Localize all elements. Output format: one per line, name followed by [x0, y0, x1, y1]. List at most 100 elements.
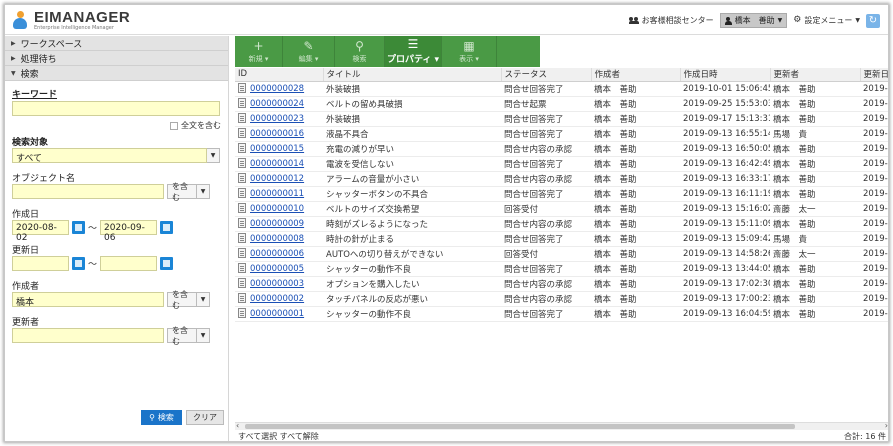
record-id-link[interactable]: 0000000023: [250, 114, 304, 124]
table-row[interactable]: 0000000014 電波を受信しない 問合せ回答完了 橋本 善助 2019-09-13…: [235, 156, 888, 172]
app-logo[interactable]: EIMANAGER Enterprise Intelligence Manage…: [13, 9, 130, 31]
target-dropdown-button[interactable]: ▼: [207, 148, 220, 163]
accordion-workspace[interactable]: ▶ ワークスペース: [5, 36, 228, 51]
record-id-link[interactable]: 0000000016: [250, 129, 304, 139]
id-cell: 0000000011: [235, 186, 323, 202]
column-header[interactable]: ステータス: [501, 68, 592, 82]
toolbar-button-list[interactable]: ☰ プロパティ ▾: [385, 36, 442, 67]
table-cell: 橋本 善助: [591, 186, 680, 202]
updated-to-input[interactable]: [100, 256, 158, 271]
table-row[interactable]: 0000000003 オプションを購入したい 問合せ内容の承認 橋本 善助 2019-0…: [235, 276, 888, 292]
column-header[interactable]: 作成日時: [680, 68, 771, 82]
table-cell: 問合せ回答完了: [501, 261, 591, 277]
table-row[interactable]: 0000000015 充電の減りが早い 問合せ内容の承認 橋本 善助 2019-09-1…: [235, 141, 888, 157]
scroll-right-icon[interactable]: ›: [885, 421, 888, 430]
record-id-link[interactable]: 0000000014: [250, 159, 304, 169]
creator-match-dropdown[interactable]: ▼: [197, 292, 210, 307]
toolbar-button-table[interactable]: ▦ 表示 ▾: [442, 36, 497, 67]
scroll-left-icon[interactable]: ‹: [236, 421, 239, 430]
table-cell: 問合せ内容の承認: [501, 141, 591, 157]
table-row[interactable]: 0000000024 ベルトの留め具破損 問合せ起票 橋本 善助 2019-09-25 …: [235, 96, 888, 112]
settings-menu-button[interactable]: ⚙ 設定メニュー ▼: [793, 15, 860, 26]
table-row[interactable]: 0000000002 タッチパネルの反応が悪い 問合せ内容の承認 橋本 善助 2019-…: [235, 291, 888, 307]
table-row[interactable]: 0000000011 シャッターボタンの不具合 問合せ回答完了 橋本 善助 2019-0…: [235, 186, 888, 202]
created-to-input[interactable]: 2020-09-06: [100, 220, 158, 243]
record-id-link[interactable]: 0000000012: [250, 174, 304, 184]
table-row[interactable]: 0000000012 アラームの音量が小さい 問合せ内容の承認 橋本 善助 2019-0…: [235, 171, 888, 187]
target-select[interactable]: すべて: [12, 148, 207, 164]
table-row[interactable]: 0000000005 シャッターの動作不良 問合せ回答完了 橋本 善助 2019-09-…: [235, 261, 888, 277]
table-row[interactable]: 0000000006 AUTOへの切り替えができない 回答受付 橋本 善助 2019-0…: [235, 246, 888, 262]
document-icon: [238, 263, 246, 273]
record-id-link[interactable]: 0000000006: [250, 249, 304, 259]
deselect-all-link[interactable]: すべて解除: [280, 432, 319, 441]
support-center-link[interactable]: お客様相談センター: [628, 15, 714, 26]
record-id-link[interactable]: 0000000005: [250, 264, 304, 274]
table-cell: 馬場 貴: [770, 231, 860, 247]
object-name-match-dropdown[interactable]: ▼: [197, 184, 210, 199]
document-icon: [238, 113, 246, 123]
table-row[interactable]: 0000000009 時刻がズレるようになった 問合せ内容の承認 橋本 善助 2019-…: [235, 216, 888, 232]
select-all-link[interactable]: すべて選択: [238, 432, 277, 441]
table-row[interactable]: 0000000028 外装破損 問合せ回答完了 橋本 善助 2019-10-01 15:…: [235, 81, 888, 97]
user-icon: [724, 16, 732, 25]
table-cell: 2019-1: [860, 111, 888, 127]
refresh-button[interactable]: ↻: [866, 13, 880, 28]
creator-input[interactable]: 橋本: [12, 292, 164, 308]
table-row[interactable]: 0000000001 シャッターの動作不良 問合せ回答完了 橋本 善助 2019-09-…: [235, 306, 888, 322]
creator-match-select[interactable]: を含む: [167, 290, 197, 310]
accordion-pending[interactable]: ▶ 処理待ち: [5, 51, 228, 66]
horizontal-scrollbar[interactable]: ‹ ›: [235, 421, 888, 430]
toolbar-button-search[interactable]: ⚲ 検索: [335, 36, 385, 67]
calendar-icon[interactable]: [160, 221, 174, 234]
toolbar-button-plus[interactable]: + 新規 ▾: [235, 36, 283, 67]
record-id-link[interactable]: 0000000028: [250, 84, 304, 94]
search-button[interactable]: ⚲ 検索: [141, 410, 182, 425]
table-cell: 2019-09-13 16:33:17: [680, 171, 770, 187]
record-id-link[interactable]: 0000000024: [250, 99, 304, 109]
accordion-search[interactable]: ▼ 検索: [5, 66, 228, 81]
column-header[interactable]: 作成者: [591, 68, 681, 82]
scrollbar-thumb[interactable]: [245, 424, 795, 429]
calendar-icon[interactable]: [72, 221, 85, 234]
user-menu-button[interactable]: 橋本 善助 ▼: [719, 13, 788, 28]
range-separator: ～: [88, 224, 98, 234]
table-cell: 橋本 善助: [591, 141, 680, 157]
record-id-link[interactable]: 0000000009: [250, 219, 304, 229]
record-id-link[interactable]: 0000000015: [250, 144, 304, 154]
column-header[interactable]: 更新者: [770, 68, 861, 82]
record-id-link[interactable]: 0000000010: [250, 204, 304, 214]
record-id-link[interactable]: 0000000008: [250, 234, 304, 244]
settings-menu-label: 設定メニュー: [804, 16, 853, 25]
record-id-link[interactable]: 0000000011: [250, 189, 304, 199]
table-cell: シャッターの動作不良: [323, 261, 501, 277]
table-row[interactable]: 0000000008 時計の針が止まる 問合せ回答完了 橋本 善助 2019-09-13…: [235, 231, 888, 247]
object-name-match-select[interactable]: を含む: [167, 182, 197, 202]
column-header[interactable]: 更新日: [860, 68, 888, 82]
updater-input[interactable]: [12, 328, 164, 343]
clear-button[interactable]: クリア: [186, 410, 224, 425]
table-row[interactable]: 0000000023 外装破損 問合せ回答完了 橋本 善助 2019-09-17 15:…: [235, 111, 888, 127]
table-row[interactable]: 0000000016 液晶不具合 問合せ回答完了 橋本 善助 2019-09-13 16…: [235, 126, 888, 142]
main-toolbar: + 新規 ▾ ✎ 編集 ▾ ⚲ 検索 ☰ プロパティ ▾ ▦ 表示 ▾: [235, 36, 540, 67]
calendar-icon[interactable]: [160, 257, 174, 270]
updater-match-select[interactable]: を含む: [167, 326, 197, 346]
updated-from-input[interactable]: [12, 256, 69, 271]
fulltext-checkbox[interactable]: [170, 121, 178, 130]
created-from-input[interactable]: 2020-08-02: [12, 220, 69, 243]
record-id-link[interactable]: 0000000002: [250, 294, 304, 304]
object-name-input[interactable]: [12, 184, 164, 199]
record-id-link[interactable]: 0000000003: [250, 279, 304, 289]
keyword-input[interactable]: [12, 101, 220, 116]
calendar-icon[interactable]: [72, 257, 85, 270]
updater-match-dropdown[interactable]: ▼: [197, 328, 210, 343]
record-id-link[interactable]: 0000000001: [250, 309, 304, 319]
table-cell: 橋本 善助: [770, 276, 860, 292]
column-header[interactable]: タイトル: [323, 68, 502, 82]
document-icon: [238, 203, 246, 213]
table-cell: 橋本 善助: [591, 306, 680, 322]
toolbar-button-pencil[interactable]: ✎ 編集 ▾: [283, 36, 335, 67]
column-header[interactable]: ID: [235, 68, 324, 82]
table-cell: 外装破損: [323, 111, 501, 127]
table-row[interactable]: 0000000010 ベルトのサイズ交換希望 回答受付 橋本 善助 2019-09-13…: [235, 201, 888, 217]
